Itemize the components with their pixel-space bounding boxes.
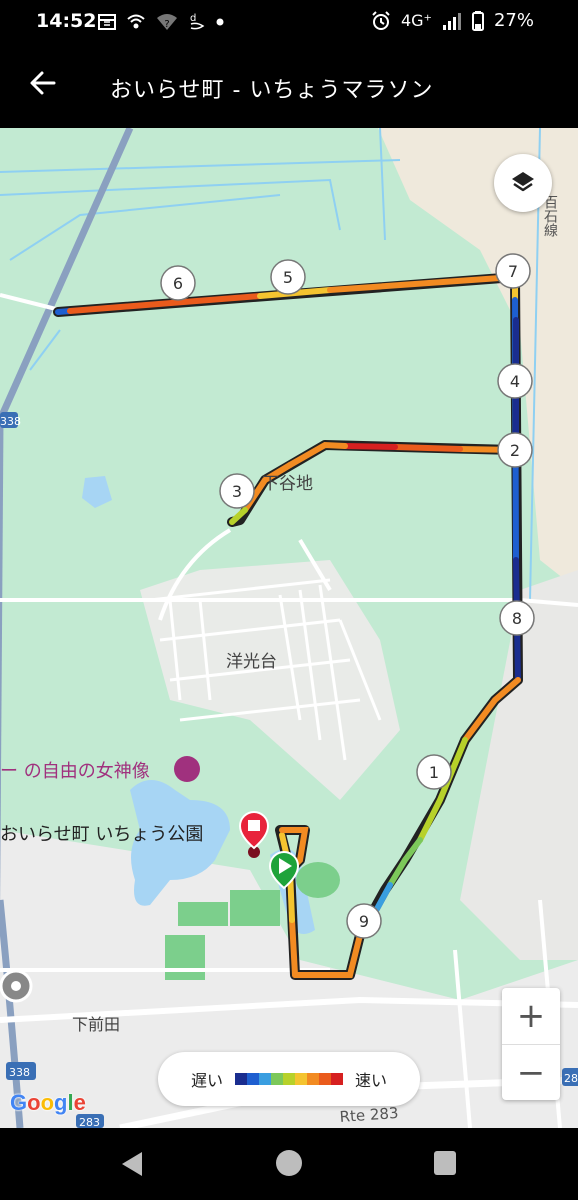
wifi-question-icon: ? <box>157 14 177 30</box>
svg-text:283: 283 <box>79 1116 100 1128</box>
legend-swatch <box>271 1073 283 1085</box>
field-3 <box>165 935 205 980</box>
legend-color-scale <box>235 1073 343 1085</box>
layers-icon <box>512 172 534 192</box>
attraction-icon[interactable] <box>174 756 200 782</box>
km-marker-1[interactable]: 1 <box>416 754 452 790</box>
label-park[interactable]: おいらせ町 いちょう公園 <box>0 824 203 845</box>
label-shimoyachi: 下谷地 <box>262 474 313 494</box>
km-marker-5[interactable]: 5 <box>270 259 306 295</box>
nav-recents-button[interactable] <box>434 1151 456 1175</box>
wifi-calling-icon <box>127 14 145 29</box>
legend-swatch <box>319 1073 331 1085</box>
svg-text:?: ? <box>164 19 169 30</box>
calendar-icon <box>98 14 116 30</box>
shield-338-left: 338 <box>0 412 21 428</box>
svg-text:8: 8 <box>512 609 522 628</box>
google-logo-letter: o <box>27 1090 41 1115</box>
status-time: 14:52 <box>36 10 97 32</box>
nav-back-icon[interactable] <box>118 1150 144 1178</box>
legend-swatch <box>295 1073 307 1085</box>
label-statue[interactable]: ー の自由の女神像 <box>0 761 150 782</box>
svg-text:7: 7 <box>508 262 518 281</box>
layers-button[interactable] <box>494 154 552 212</box>
dot-icon <box>216 18 224 26</box>
zoom-out-button[interactable]: − <box>502 1044 560 1100</box>
status-left-icons: ? d <box>98 12 224 32</box>
shield-right: 28 <box>562 1068 578 1086</box>
svg-text:338: 338 <box>0 415 21 428</box>
zoom-in-button[interactable]: + <box>502 988 560 1044</box>
network-type: 4G⁺ <box>400 11 432 30</box>
label-yokodai: 洋光台 <box>226 652 277 672</box>
km-marker-9[interactable]: 9 <box>346 903 382 939</box>
status-bar: 14:52 ? d 4G⁺ 27% <box>0 0 578 44</box>
svg-text:2: 2 <box>510 441 520 460</box>
docomo-icon: d <box>190 13 205 30</box>
zoom-controls: + − <box>502 988 560 1100</box>
svg-text:9: 9 <box>359 912 369 931</box>
svg-text:d: d <box>190 13 196 24</box>
svg-text:3: 3 <box>232 482 242 501</box>
km-marker-3[interactable]: 3 <box>219 473 255 509</box>
svg-text:5: 5 <box>283 268 293 287</box>
legend-swatch <box>283 1073 295 1085</box>
svg-text:28: 28 <box>564 1072 578 1085</box>
alarm-icon <box>372 10 390 30</box>
field-4 <box>296 862 340 898</box>
google-logo: Google <box>10 1090 86 1116</box>
pace-legend: 遅い 速い <box>158 1052 420 1106</box>
km-marker-7[interactable]: 7 <box>495 253 531 289</box>
google-logo-letter: o <box>40 1090 55 1115</box>
svg-text:4: 4 <box>510 372 520 391</box>
back-button[interactable] <box>26 66 60 100</box>
status-right: 4G⁺ 27% <box>371 10 534 31</box>
shield-283: 283 <box>76 1114 104 1128</box>
km-marker-4[interactable]: 4 <box>497 363 533 399</box>
legend-swatch <box>307 1073 319 1085</box>
legend-slow-label: 遅い <box>190 1071 223 1090</box>
google-logo-letter: e <box>73 1090 86 1115</box>
map-canvas: 下谷地 洋光台 ー の自由の女神像 おいらせ町 いちょう公園 下前田 百石線 R… <box>0 128 578 1128</box>
legend-swatch <box>331 1073 343 1085</box>
page-title: おいらせ町 - いちょうマラソン <box>110 78 434 103</box>
battery-level: 27% <box>493 10 534 31</box>
app-bar: おいらせ町 - いちょうマラソン <box>0 44 578 128</box>
svg-text:338: 338 <box>9 1066 30 1079</box>
field-2 <box>230 890 280 926</box>
legend-swatch <box>235 1073 247 1085</box>
km-marker-6[interactable]: 6 <box>160 265 196 301</box>
map-view[interactable]: 下谷地 洋光台 ー の自由の女神像 おいらせ町 いちょう公園 下前田 百石線 R… <box>0 128 578 1128</box>
shield-338-bottom: 338 <box>6 1062 36 1080</box>
system-nav-bar <box>0 1128 578 1200</box>
signal-icon <box>442 12 461 30</box>
legend-swatch <box>247 1073 259 1085</box>
google-logo-letter: G <box>10 1090 28 1115</box>
km-marker-2[interactable]: 2 <box>497 432 533 468</box>
km-marker-8[interactable]: 8 <box>499 600 535 636</box>
svg-text:6: 6 <box>173 274 183 293</box>
location-pin-icon[interactable] <box>0 969 33 1003</box>
field-1 <box>178 902 228 926</box>
google-logo-letter: g <box>54 1090 68 1115</box>
battery-icon <box>471 10 484 31</box>
nav-home-button[interactable] <box>276 1150 302 1176</box>
svg-text:1: 1 <box>429 763 439 782</box>
arrow-back-icon <box>30 71 56 95</box>
label-shimomaeda: 下前田 <box>72 1015 120 1034</box>
legend-swatch <box>259 1073 271 1085</box>
legend-fast-label: 速い <box>355 1071 388 1090</box>
